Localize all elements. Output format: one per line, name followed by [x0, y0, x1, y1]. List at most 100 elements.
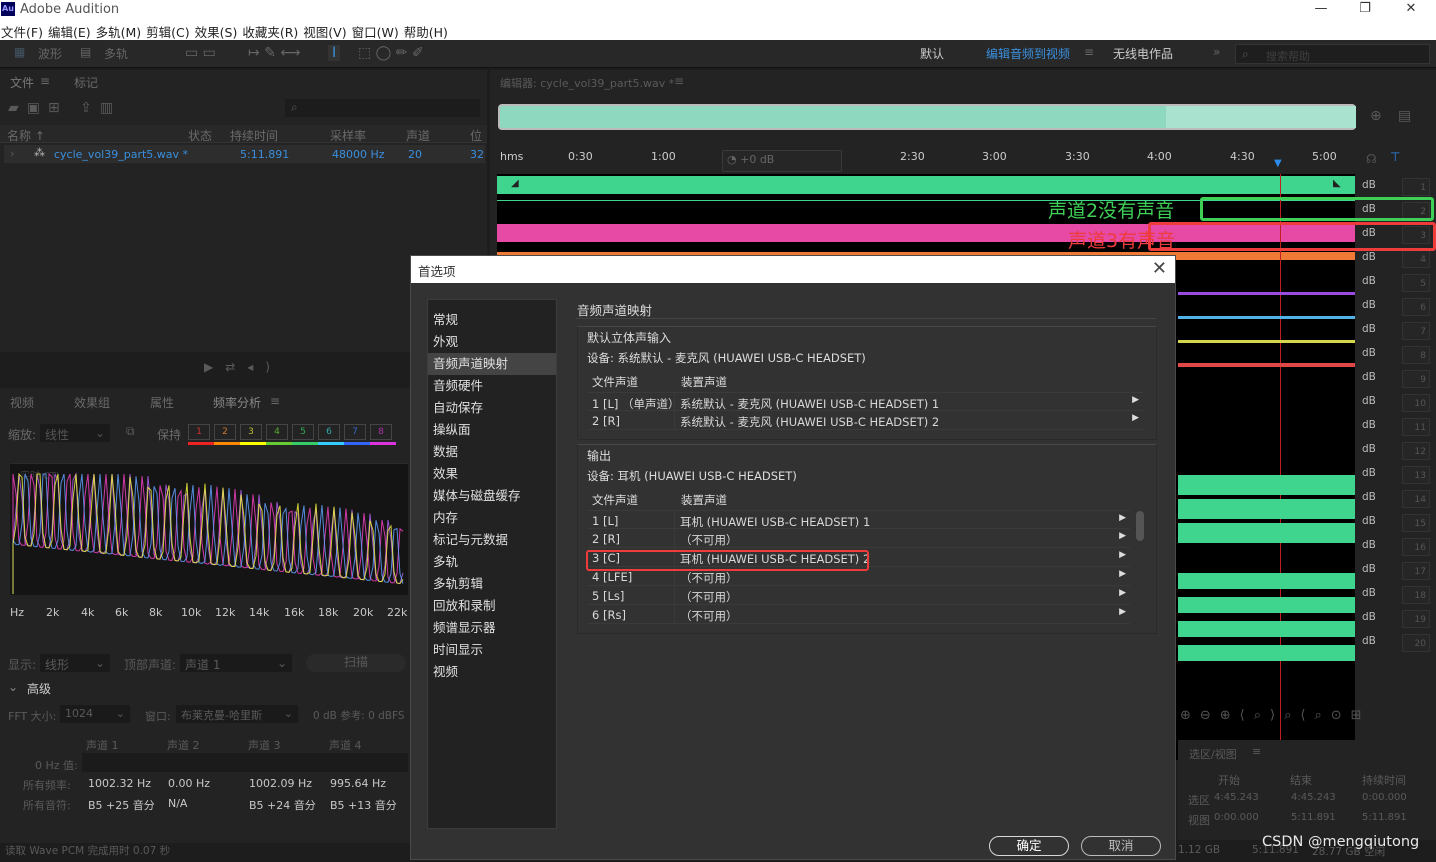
close-window-button[interactable]: ✕ [1388, 0, 1434, 20]
selection-start[interactable]: 4:45.243 [1214, 792, 1259, 803]
selection-end[interactable]: 4:45.243 [1291, 792, 1336, 803]
tab-effects-rack[interactable]: 效果组 [74, 394, 110, 411]
workspace-radio[interactable]: 无线电作品 [1113, 45, 1173, 62]
output-scrollbar[interactable] [1136, 511, 1144, 541]
channel-number-10[interactable]: 10 [1402, 394, 1430, 412]
channel-number-8[interactable]: 8 [1402, 346, 1430, 364]
workspace-menu-icon[interactable]: ≡ [1084, 45, 1094, 59]
output-row-2[interactable]: 2 [R] （不可用） ▶ [588, 529, 1130, 548]
view-end[interactable]: 5:11.891 [1291, 812, 1336, 823]
category-spectral-display[interactable]: 频谱显示器 [428, 617, 556, 639]
hud-gain[interactable]: ◔ +0 dB [722, 150, 842, 172]
category-audio-hardware[interactable]: 音频硬件 [428, 375, 556, 397]
window-dropdown[interactable]: 布莱克曼-哈里斯 ⌄ [176, 705, 298, 723]
chevron-right-icon[interactable]: ▶ [1119, 513, 1126, 523]
channel-number-12[interactable]: 12 [1402, 442, 1430, 460]
menu-edit[interactable]: 编辑(E) [47, 20, 92, 41]
category-memory[interactable]: 内存 [428, 507, 556, 529]
col-channels[interactable]: 声道 [406, 127, 430, 144]
more-workspaces-icon[interactable]: » [1213, 45, 1220, 59]
panel-menu-icon[interactable]: ≡ [270, 394, 280, 408]
search-help-placeholder[interactable]: 搜索帮助 [1266, 48, 1310, 64]
panel-menu-icon[interactable]: ≡ [40, 74, 50, 88]
col-name[interactable]: 名称 ↑ [7, 127, 45, 144]
channel-number-6[interactable]: 6 [1402, 298, 1430, 316]
pin-icon[interactable]: ⊤ [1390, 150, 1400, 164]
zoom-controls[interactable]: ⊕⊖⊕⟨⌕⟩⌕⟨⌕⊙⊞ [1180, 708, 1430, 730]
output-row-6[interactable]: 6 [Rs] （不可用） ▶ [588, 605, 1130, 624]
ok-button[interactable]: 确定 [989, 836, 1069, 856]
close-icon[interactable]: ✕ [1152, 258, 1167, 280]
channel-number-15[interactable]: 15 [1402, 514, 1430, 532]
chevron-right-icon[interactable]: ▶ [1119, 531, 1126, 541]
category-appearance[interactable]: 外观 [428, 331, 556, 353]
chevron-right-icon[interactable]: ▶ [1119, 607, 1126, 617]
hold-slot-3[interactable]: 3 [240, 424, 262, 440]
multitrack-tab[interactable]: 多轨 [104, 45, 128, 62]
spectral-display-icon[interactable]: ▭ ▭ [185, 45, 216, 61]
tab-properties[interactable]: 属性 [150, 394, 174, 411]
menu-help[interactable]: 帮助(H) [403, 20, 449, 41]
channel-number-18[interactable]: 18 [1402, 586, 1430, 604]
input-row-2[interactable]: 2 [R] 系统默认 - 麦克风 (HUAWEI USB-C HEADSET) 2… [588, 411, 1143, 430]
output-row-5[interactable]: 5 [Ls] （不可用） ▶ [588, 586, 1130, 605]
help-search[interactable]: ⌕ 搜索帮助 [1235, 44, 1430, 64]
chevron-down-icon[interactable]: ⌄ [8, 680, 18, 694]
input-row-1[interactable]: 1 [L] （单声道） 系统默认 - 麦克风 (HUAWEI USB-C HEAD… [588, 392, 1143, 412]
time-selection-tool-icon[interactable]: I [328, 45, 341, 61]
waveform-view-icon[interactable]: ▦ [14, 45, 25, 59]
top-channel-dropdown[interactable]: 声道 1 ⌄ [180, 654, 292, 672]
expand-icon[interactable]: › [10, 147, 14, 160]
col-duration[interactable]: 持续时间 [230, 127, 278, 144]
panel-menu-icon[interactable]: ≡ [674, 74, 684, 88]
hold-slot-5[interactable]: 5 [292, 424, 314, 440]
layout-icon[interactable]: ▤ [1398, 108, 1411, 124]
channel-number-17[interactable]: 17 [1402, 562, 1430, 580]
hold-slot-8[interactable]: 8 [370, 424, 392, 440]
scan-button[interactable]: 扫描 [306, 654, 406, 672]
selection-duration[interactable]: 0:00.000 [1362, 792, 1407, 803]
tab-video[interactable]: 视频 [10, 394, 34, 411]
headphone-icon[interactable]: ☊ [1366, 152, 1377, 166]
menu-multitrack[interactable]: 多轨(M) [95, 20, 143, 41]
hold-slot-4[interactable]: 4 [266, 424, 288, 440]
col-status[interactable]: 状态 [188, 127, 212, 144]
channel-number-1[interactable]: 1 [1402, 178, 1430, 196]
category-video[interactable]: 视频 [428, 661, 556, 683]
menu-file[interactable]: 文件(F) [0, 20, 44, 41]
channel-number-13[interactable]: 13 [1402, 466, 1430, 484]
chevron-right-icon[interactable]: ▶ [1119, 569, 1126, 579]
overview-bar[interactable] [498, 104, 1356, 130]
hold-slot-2[interactable]: 2 [214, 424, 236, 440]
workspace-edit-audio-to-video[interactable]: 编辑音频到视频 [986, 45, 1070, 62]
channel-number-20[interactable]: 20 [1402, 634, 1430, 652]
chevron-right-icon[interactable]: ▶ [1119, 588, 1126, 598]
channel-number-19[interactable]: 19 [1402, 610, 1430, 628]
channel-number-7[interactable]: 7 [1402, 322, 1430, 340]
preview-transport-icons[interactable]: ▶⇄◂) [204, 360, 282, 374]
playhead-icon[interactable]: ▼ [1274, 158, 1282, 169]
category-data[interactable]: 数据 [428, 441, 556, 463]
advanced-section[interactable]: 高级 [27, 680, 51, 697]
menu-clip[interactable]: 剪辑(C) [145, 20, 190, 41]
category-effects[interactable]: 效果 [428, 463, 556, 485]
fade-out-handle-icon[interactable]: ◣ [1333, 178, 1341, 189]
files-toolbar-icons[interactable]: ▰▣⊞ ⇪▥ [8, 100, 121, 116]
chevron-right-icon[interactable]: ▶ [1119, 550, 1126, 560]
category-auto-save[interactable]: 自动保存 [428, 397, 556, 419]
panel-menu-icon[interactable]: ≡ [1252, 745, 1261, 758]
category-control-surface[interactable]: 操纵面 [428, 419, 556, 441]
workspace-default[interactable]: 默认 [920, 45, 944, 62]
files-search-input[interactable]: ⌕ [285, 99, 480, 117]
col-sample-rate[interactable]: 采样率 [330, 127, 366, 144]
volume-knob-icon[interactable]: ◔ [727, 153, 737, 166]
hold-slot-1[interactable]: 1 [188, 424, 210, 440]
col-bits[interactable]: 位 [470, 127, 482, 144]
output-row-1[interactable]: 1 [L] 耳机 (HUAWEI USB-C HEADSET) 1 ▶ [588, 510, 1130, 530]
move-tool-icon[interactable]: ↦ ✎ ⟷ [248, 45, 300, 61]
menu-favorites[interactable]: 收藏夹(R) [241, 20, 299, 41]
overlay-icon[interactable]: ⧉ [126, 424, 135, 439]
channel-number-16[interactable]: 16 [1402, 538, 1430, 556]
chevron-right-icon[interactable]: ▶ [1132, 413, 1139, 423]
category-media-cache[interactable]: 媒体与磁盘缓存 [428, 485, 556, 507]
